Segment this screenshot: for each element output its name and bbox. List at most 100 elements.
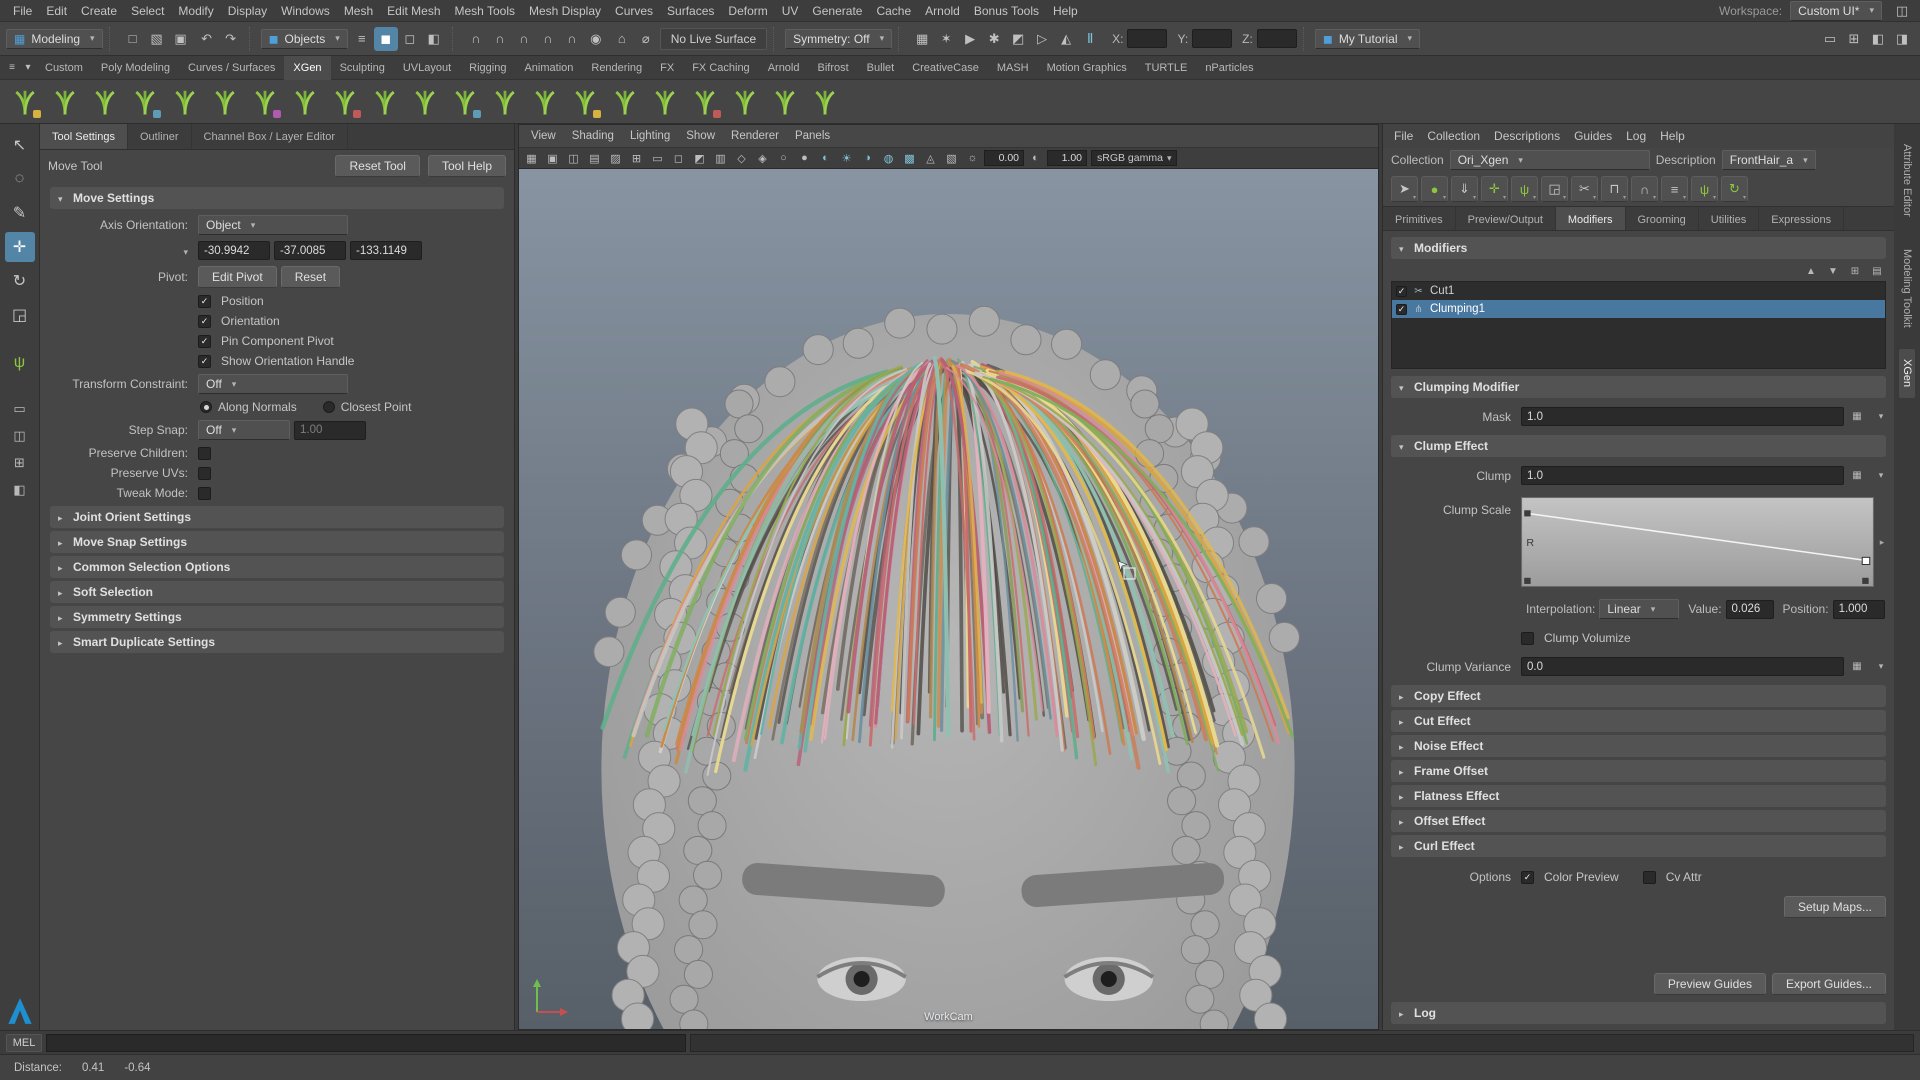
preview-guides-button[interactable]: Preview Guides xyxy=(1654,973,1766,995)
panel-tab[interactable]: Outliner xyxy=(128,124,192,149)
effect-section-header[interactable]: Curl Effect xyxy=(1391,835,1886,857)
shelf-tab[interactable]: Custom xyxy=(36,56,92,80)
construction-history-icon[interactable]: ⌂ xyxy=(610,27,634,51)
workspace-single-pane-icon[interactable]: ▭ xyxy=(1818,27,1842,51)
lasso-tool-icon[interactable]: ◌ xyxy=(5,164,35,194)
camera-attributes-icon[interactable]: ◫ xyxy=(564,149,583,167)
ramp-position-input[interactable] xyxy=(1833,600,1885,619)
shelf-tab[interactable]: UVLayout xyxy=(394,56,460,80)
xgen-elevation-brush-icon[interactable] xyxy=(526,83,564,121)
menu-item[interactable]: Surfaces xyxy=(660,4,721,18)
xgen-width-brush-icon[interactable] xyxy=(166,83,204,121)
safe-title-icon[interactable]: ◈ xyxy=(753,149,772,167)
arnold-renderview-icon[interactable]: ◭ xyxy=(1054,27,1078,51)
setup-maps-button[interactable]: Setup Maps... xyxy=(1784,896,1886,918)
menu-item[interactable]: UV xyxy=(775,4,806,18)
xgen-clear-preview-icon[interactable] xyxy=(686,83,724,121)
viewport-menu-item[interactable]: Renderer xyxy=(723,130,787,142)
pivot-reset-button[interactable]: Reset xyxy=(281,266,340,288)
pivot-checkbox[interactable] xyxy=(198,295,211,308)
xgen-menu-item[interactable]: Help xyxy=(1653,129,1692,143)
menu-item[interactable]: Mesh xyxy=(337,4,380,18)
modifier-enable-checkbox[interactable] xyxy=(1396,286,1407,297)
variance-map-icon[interactable]: ▦ xyxy=(1848,659,1866,675)
viewport-menu-item[interactable]: Panels xyxy=(787,130,838,142)
new-scene-icon[interactable]: □ xyxy=(121,27,145,51)
field-chart-icon[interactable]: ▥ xyxy=(711,149,730,167)
effect-section-header[interactable]: Cut Effect xyxy=(1391,710,1886,732)
modifier-move-up-icon[interactable]: ▲ xyxy=(1802,263,1820,279)
menu-item[interactable]: File xyxy=(6,4,39,18)
menu-item[interactable]: Edit xyxy=(39,4,74,18)
move-settings-header[interactable]: Move Settings xyxy=(50,187,504,209)
xgen-export-patches-icon[interactable] xyxy=(726,83,764,121)
pivot-checkbox[interactable] xyxy=(198,355,211,368)
effect-section-header[interactable]: Flatness Effect xyxy=(1391,785,1886,807)
shelf-tab[interactable]: FX Caching xyxy=(683,56,758,80)
isolate-select-icon[interactable]: ◬ xyxy=(921,149,940,167)
xgen-density-brush-icon[interactable] xyxy=(86,83,124,121)
xgen-select-brush-icon[interactable] xyxy=(486,83,524,121)
xgen-menu-item[interactable]: Guides xyxy=(1567,129,1619,143)
collapsed-section-header[interactable]: Smart Duplicate Settings xyxy=(50,631,504,653)
select-object-icon[interactable]: ◼ xyxy=(374,27,398,51)
modifier-move-down-icon[interactable]: ▼ xyxy=(1824,263,1842,279)
select-tool-icon[interactable]: ↖ xyxy=(5,130,35,160)
hypershade-icon[interactable]: ◩ xyxy=(1006,27,1030,51)
menu-item[interactable]: Edit Mesh xyxy=(380,4,447,18)
live-surface-button[interactable]: No Live Surface xyxy=(660,28,767,50)
xgen-preview-icon[interactable] xyxy=(606,83,644,121)
shelf-tab[interactable]: CreativeCase xyxy=(903,56,988,80)
viewport-menu-item[interactable]: Shading xyxy=(564,130,622,142)
color-preview-checkbox[interactable] xyxy=(1521,871,1534,884)
shelf-menu-icon[interactable]: ≡ xyxy=(4,60,20,76)
select-asset-icon[interactable]: ◧ xyxy=(422,27,446,51)
clump-input[interactable] xyxy=(1521,466,1844,485)
colorspace-selector[interactable]: sRGB gamma xyxy=(1091,150,1177,166)
shelf-tab[interactable]: Sculpting xyxy=(331,56,394,80)
resolution-gate-icon[interactable]: ◻ xyxy=(669,149,688,167)
xgen-scale-tool-icon[interactable]: ◲ xyxy=(1541,176,1568,202)
menu-item[interactable]: Display xyxy=(221,4,274,18)
shelf-options-icon[interactable]: ▾ xyxy=(20,60,36,76)
xgen-menu-item[interactable]: Descriptions xyxy=(1487,129,1567,143)
xgen-cut-brush-icon[interactable] xyxy=(326,83,364,121)
xgen-sculpt-tool-icon[interactable]: ● xyxy=(1421,176,1448,202)
preserve-checkbox[interactable] xyxy=(198,467,211,480)
preserve-checkbox[interactable] xyxy=(198,447,211,460)
workspace-left-pane-icon[interactable]: ◧ xyxy=(1866,27,1890,51)
snap-curve-icon[interactable]: ∩ xyxy=(488,27,512,51)
gamma-field[interactable]: 1.00 xyxy=(1047,150,1087,166)
snap-grid-icon[interactable]: ∩ xyxy=(464,27,488,51)
side-dock-tab[interactable]: XGen xyxy=(1899,349,1915,397)
xray-icon[interactable]: ▧ xyxy=(942,149,961,167)
clumping-modifier-header[interactable]: Clumping Modifier xyxy=(1391,376,1886,398)
shelf-tab[interactable]: TURTLE xyxy=(1136,56,1197,80)
clump-map-icon[interactable]: ▦ xyxy=(1848,468,1866,484)
tool-help-button[interactable]: Tool Help xyxy=(428,155,506,177)
shelf-tab[interactable]: Animation xyxy=(515,56,582,80)
clump-scale-ramp[interactable]: R xyxy=(1521,497,1874,587)
xgen-tab[interactable]: Grooming xyxy=(1626,207,1699,230)
paint-select-tool-icon[interactable]: ✎ xyxy=(5,198,35,228)
menu-item[interactable]: Generate xyxy=(805,4,869,18)
variance-menu-icon[interactable] xyxy=(1870,659,1888,675)
open-render-view-icon[interactable]: ▦ xyxy=(910,27,934,51)
shelf-tab[interactable]: Motion Graphics xyxy=(1038,56,1136,80)
ramp-expand-icon[interactable]: ▸ xyxy=(1876,537,1888,548)
pivot-checkbox[interactable] xyxy=(198,315,211,328)
xgen-tab[interactable]: Modifiers xyxy=(1556,207,1626,230)
layout-two-pane-icon[interactable]: ◫ xyxy=(7,425,33,447)
xgen-cut-tool-icon[interactable]: ✂ xyxy=(1571,176,1598,202)
make-live-icon[interactable]: ◉ xyxy=(584,27,608,51)
y-input[interactable] xyxy=(1192,29,1232,48)
pivot-checkbox[interactable] xyxy=(198,335,211,348)
film-gate-icon[interactable]: ▭ xyxy=(648,149,667,167)
xgen-add-guide-icon[interactable]: ✛ xyxy=(1481,176,1508,202)
select-hierarchy-icon[interactable]: ≡ xyxy=(350,27,374,51)
ramp-value-input[interactable] xyxy=(1726,600,1774,619)
shelf-tab[interactable]: Rigging xyxy=(460,56,515,80)
no-construction-history-icon[interactable]: ⌀ xyxy=(634,27,658,51)
select-camera-icon[interactable]: ▦ xyxy=(522,149,541,167)
select-component-icon[interactable]: ◻ xyxy=(398,27,422,51)
